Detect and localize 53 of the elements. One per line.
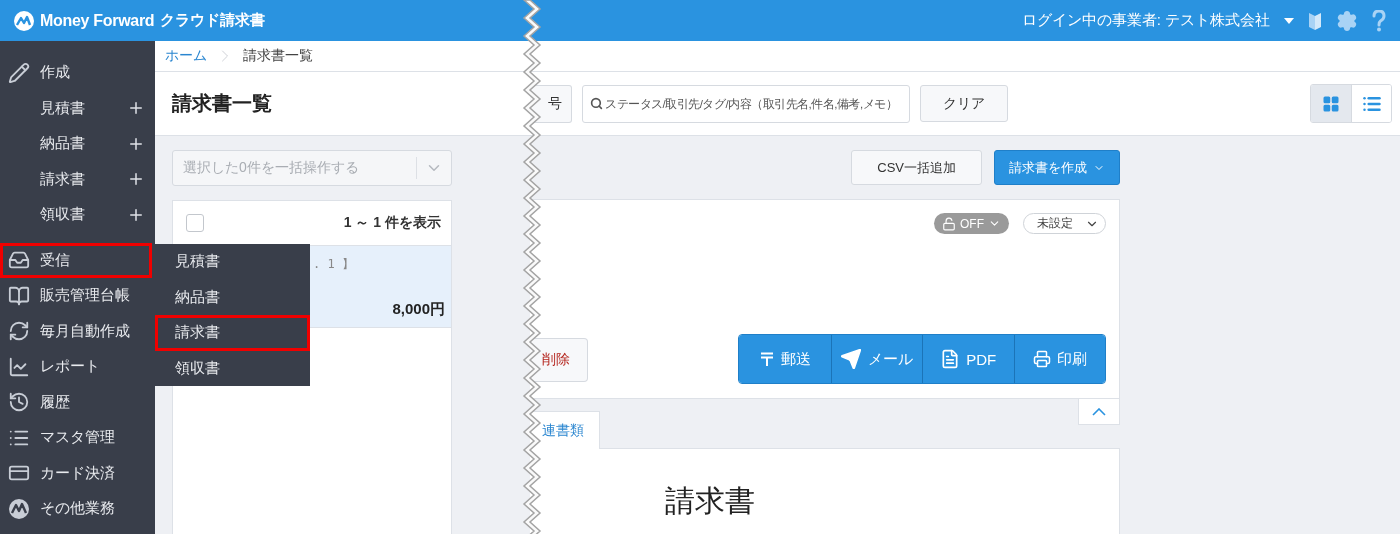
- paper-plane-icon: [840, 348, 863, 370]
- status-select[interactable]: 未設定: [1023, 213, 1106, 234]
- invoice-number: . 1 】: [313, 256, 355, 273]
- csv-import-button[interactable]: CSV一括追加: [851, 150, 982, 185]
- search-field[interactable]: ステータス/取引先/タグ/内容（取引先名,件名,備考,メモ）: [582, 84, 910, 123]
- tab[interactable]: 連書類: [530, 411, 600, 449]
- submenu-item[interactable]: 領収書: [155, 350, 310, 386]
- submenu-item[interactable]: 請求書: [155, 315, 310, 351]
- brand-name: Money Forward: [40, 11, 155, 30]
- book-icon: [8, 284, 30, 307]
- page-title: 請求書一覧: [172, 91, 272, 116]
- sidebar-item[interactable]: 受信: [0, 242, 152, 278]
- postal-mark-icon: [758, 351, 775, 367]
- book-icon[interactable]: [1308, 10, 1322, 31]
- sidebar-item[interactable]: その他業務: [0, 491, 155, 527]
- sidebar-item[interactable]: 毎月自動作成: [0, 313, 155, 349]
- select-all-checkbox[interactable]: [186, 214, 204, 232]
- printer-icon: [1032, 350, 1051, 368]
- sidebar-item[interactable]: カード決済: [0, 455, 155, 491]
- document-title: 請求書: [665, 483, 756, 519]
- chevron-up-icon: [1092, 407, 1106, 416]
- list-view-button[interactable]: [1351, 85, 1391, 122]
- pencil-icon: [8, 61, 30, 84]
- result-count: 1 ～ 1 件を表示: [343, 214, 441, 232]
- settings-icon[interactable]: [1336, 9, 1358, 32]
- sidebar-item[interactable]: 納品書: [0, 126, 155, 162]
- refresh-icon: [8, 320, 30, 343]
- sidebar-item[interactable]: 領収書: [0, 197, 155, 233]
- sidebar-item[interactable]: マスタ管理: [0, 420, 155, 456]
- breadcrumb-current: 請求書一覧: [243, 47, 313, 65]
- sidebar-item[interactable]: 履歴: [0, 384, 155, 420]
- grid-view-button[interactable]: [1311, 85, 1351, 122]
- logo-icon: [14, 10, 34, 31]
- unlock-icon: [942, 216, 956, 231]
- help-icon[interactable]: [1372, 9, 1386, 32]
- grid-icon: [1322, 94, 1340, 113]
- sidebar-item[interactable]: 販売管理台帳: [0, 278, 155, 314]
- search-icon: [590, 96, 603, 110]
- clear-button[interactable]: クリア: [920, 85, 1008, 122]
- sidebar-item[interactable]: 見積書: [0, 90, 155, 126]
- line-chart-icon: [8, 355, 30, 378]
- caret-icon[interactable]: [1284, 17, 1294, 24]
- invoice-amount: 8,000円: [392, 300, 445, 319]
- document-icon: [940, 349, 961, 369]
- collapse-button[interactable]: [1078, 399, 1120, 425]
- sidebar-item[interactable]: 作成: [0, 55, 155, 91]
- sidebar-item[interactable]: 請求書: [0, 161, 155, 197]
- sidebar-item[interactable]: レポート: [0, 349, 155, 385]
- delete-button[interactable]: 削除: [530, 338, 588, 382]
- breadcrumb-link[interactable]: ホーム: [165, 47, 207, 65]
- product-name: クラウド請求書: [160, 11, 266, 30]
- history-icon: [8, 391, 30, 414]
- logo-icon: [8, 497, 30, 520]
